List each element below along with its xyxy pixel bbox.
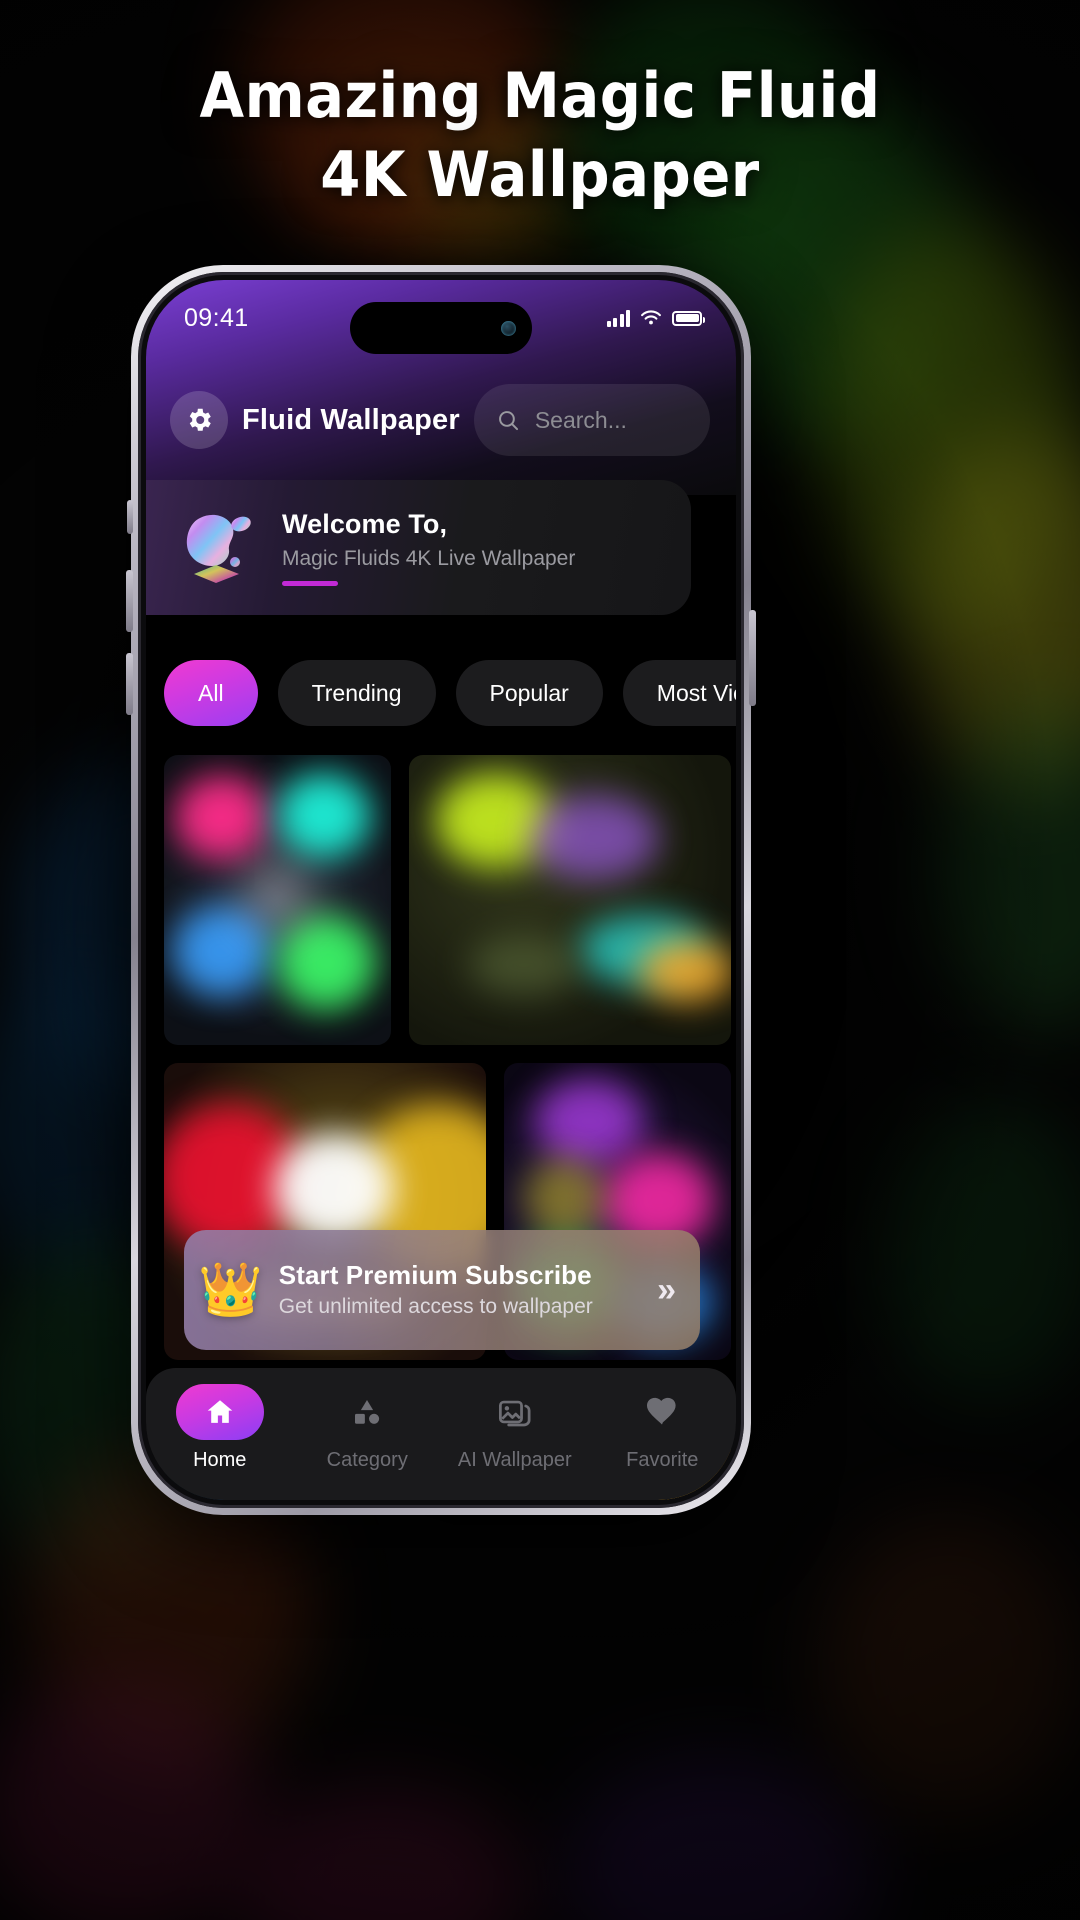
premium-subtitle: Get unlimited access to wallpaper xyxy=(278,1294,593,1318)
volume-down-button xyxy=(126,653,133,715)
grid-row xyxy=(164,755,736,1045)
welcome-accent-bar xyxy=(282,581,338,586)
phone-screen: 09:41 Fluid Wallpaper Search... Welcome … xyxy=(146,280,736,1500)
heart-icon xyxy=(647,1397,676,1425)
nav-item-ai-wallpaper[interactable]: AI Wallpaper xyxy=(441,1384,589,1472)
nav-category-icon-wrap xyxy=(323,1384,411,1440)
bottom-navigation: Home Category AI Wallpaper Favorite xyxy=(146,1368,736,1500)
filter-pill-popular[interactable]: Popular xyxy=(455,660,603,726)
power-button xyxy=(749,610,756,706)
screenshot-root: Amazing Magic Fluid 4K Wallpaper 09:41 F… xyxy=(0,0,1080,1920)
dynamic-island xyxy=(350,302,532,354)
wallpaper-thumbnail xyxy=(409,755,731,1045)
welcome-card[interactable]: Welcome To, Magic Fluids 4K Live Wallpap… xyxy=(146,480,691,615)
nav-item-category[interactable]: Category xyxy=(294,1384,442,1472)
phone-bezel: 09:41 Fluid Wallpaper Search... Welcome … xyxy=(138,272,744,1508)
premium-subscribe-banner[interactable]: 👑 Start Premium Subscribe Get unlimited … xyxy=(184,1230,700,1350)
wallpaper-card[interactable] xyxy=(164,755,391,1045)
search-icon xyxy=(498,410,518,430)
battery-icon xyxy=(672,310,705,326)
nav-ai-wallpaper-icon-wrap xyxy=(471,1384,559,1440)
app-header: Fluid Wallpaper Search... xyxy=(146,368,736,472)
settings-button[interactable] xyxy=(170,391,228,449)
phone-mockup: 09:41 Fluid Wallpaper Search... Welcome … xyxy=(126,265,756,1515)
gear-icon xyxy=(189,408,211,431)
silent-switch xyxy=(127,500,133,534)
nav-favorite-label: Favorite xyxy=(626,1449,699,1471)
nav-home-label: Home xyxy=(193,1449,247,1471)
home-icon xyxy=(207,1400,233,1423)
headline-line-2: 4K Wallpaper xyxy=(320,138,760,212)
premium-text: Start Premium Subscribe Get unlimited ac… xyxy=(279,1260,641,1321)
crown-icon: 👑 xyxy=(198,1261,263,1319)
nav-home-icon-wrap xyxy=(175,1384,264,1440)
chevron-right-icon[interactable]: » xyxy=(657,1271,682,1310)
signal-bars-icon xyxy=(606,309,630,327)
welcome-text: Welcome To, Magic Fluids 4K Live Wallpap… xyxy=(282,509,665,586)
nav-favorite-icon-wrap xyxy=(618,1384,706,1440)
filter-pill-most-viewed[interactable]: Most Viewed xyxy=(622,660,736,726)
filter-pill-all[interactable]: All xyxy=(164,660,258,726)
wallpaper-thumbnail xyxy=(164,755,391,1045)
filter-pill-trending[interactable]: Trending xyxy=(277,660,436,726)
welcome-title: Welcome To, xyxy=(282,509,448,539)
status-clock: 09:41 xyxy=(184,303,249,332)
premium-title: Start Premium Subscribe xyxy=(278,1259,592,1290)
wifi-icon xyxy=(641,310,661,325)
front-camera-icon xyxy=(501,320,516,336)
fluid-blob-icon xyxy=(172,502,264,594)
nav-ai-wallpaper-label: AI Wallpaper xyxy=(457,1449,572,1471)
filter-pills: All Trending Popular Most Viewed xyxy=(146,660,736,726)
image-icon xyxy=(498,1400,531,1427)
volume-up-button xyxy=(126,570,133,632)
nav-category-label: Category xyxy=(326,1449,408,1471)
nav-item-home[interactable]: Home xyxy=(146,1384,294,1472)
page-title: Amazing Magic Fluid 4K Wallpaper xyxy=(38,56,1042,215)
nav-item-favorite[interactable]: Favorite xyxy=(589,1384,737,1472)
headline-line-1: Amazing Magic Fluid xyxy=(199,59,881,132)
status-icons xyxy=(606,309,705,327)
shapes-icon xyxy=(355,1400,380,1424)
app-title: Fluid Wallpaper xyxy=(242,403,460,436)
search-bar[interactable]: Search... xyxy=(473,384,710,456)
welcome-subtitle: Magic Fluids 4K Live Wallpaper xyxy=(282,547,576,570)
search-input[interactable]: Search... xyxy=(535,407,627,434)
wallpaper-card[interactable] xyxy=(409,755,731,1045)
